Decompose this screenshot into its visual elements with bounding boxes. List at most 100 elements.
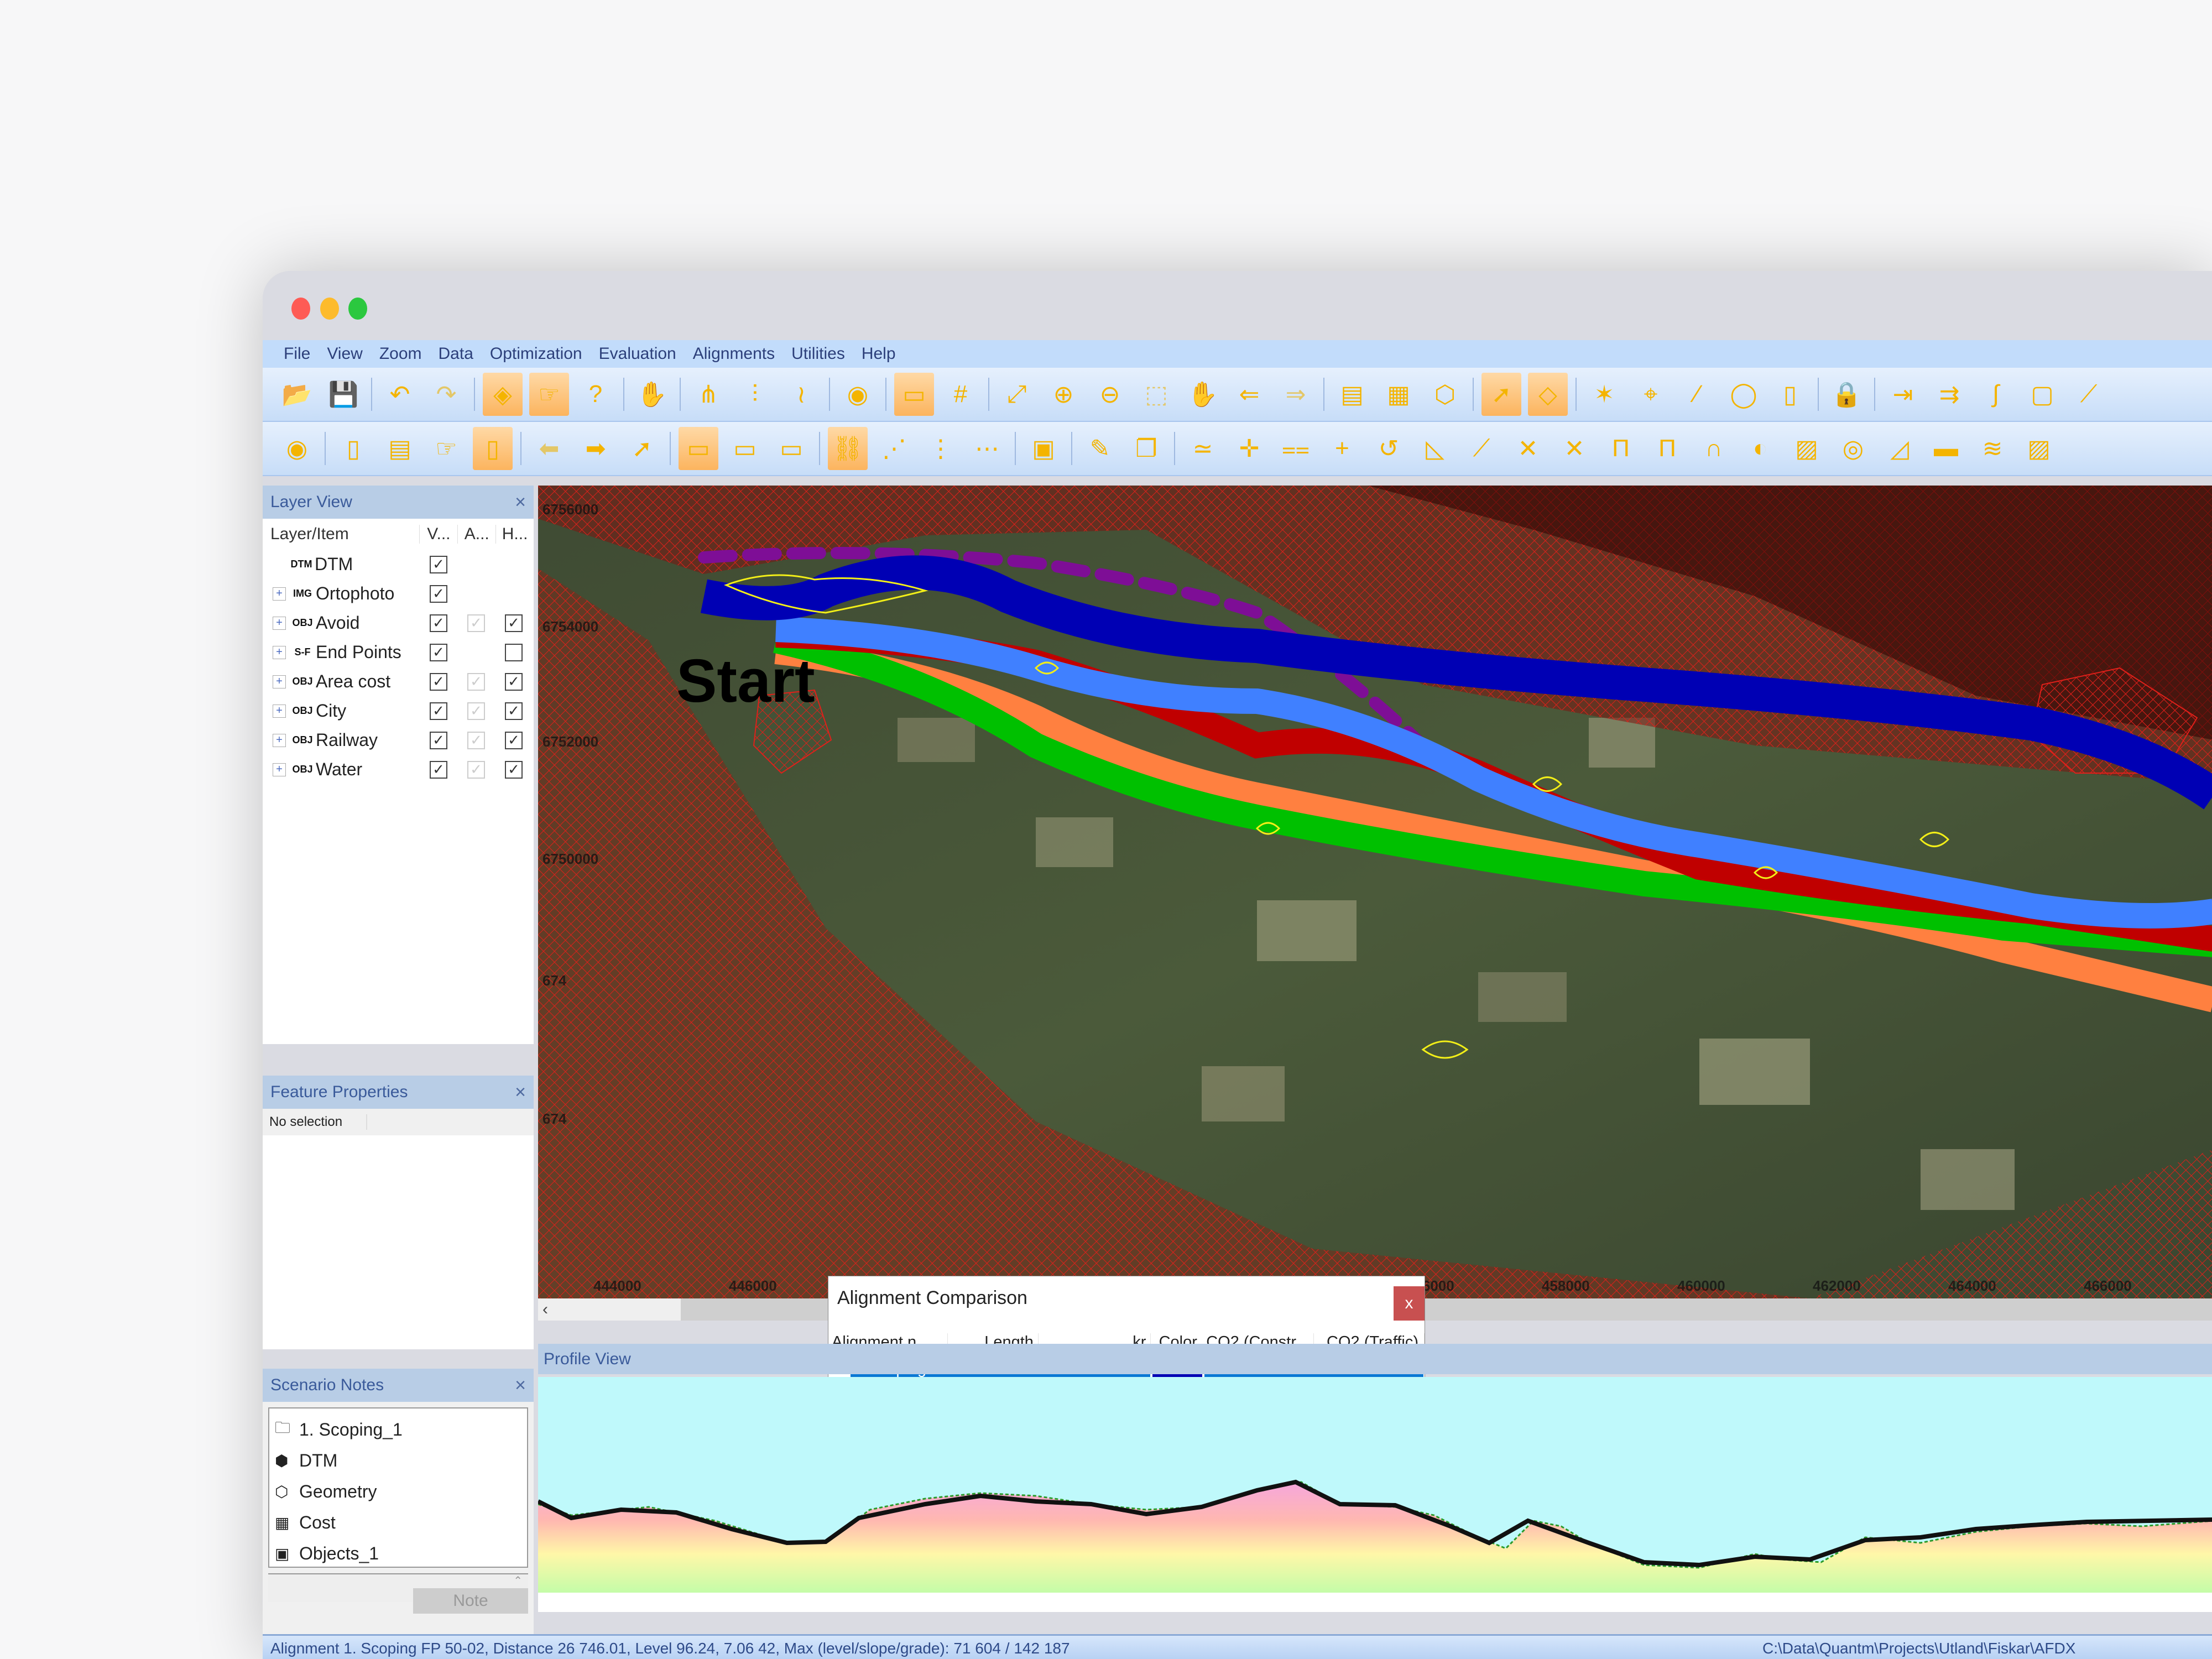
scroll-left-icon[interactable]: ‹	[538, 1298, 681, 1321]
menu-optimization[interactable]: Optimization	[490, 345, 582, 363]
select-layer-button[interactable]: ◇	[1528, 373, 1568, 416]
alignments-fan-button[interactable]: ⋔	[688, 373, 728, 416]
next-arrow-button[interactable]: ➡	[576, 427, 615, 470]
grid-button[interactable]: #	[941, 373, 980, 416]
save-button[interactable]: 💾	[324, 373, 363, 416]
map-view[interactable]: 6756000 6754000 6752000 6750000 674 674 …	[538, 486, 2212, 1298]
dialog-close-button[interactable]: x	[1394, 1286, 1425, 1321]
zoom-out-button[interactable]: ⊖	[1090, 373, 1130, 416]
menu-file[interactable]: File	[284, 345, 310, 363]
scenario-tree-item[interactable]: ⬡ Geometry	[275, 1476, 521, 1507]
scenario-tree-item[interactable]: 🗀 1. Scoping_1	[275, 1414, 521, 1445]
menu-data[interactable]: Data	[439, 345, 473, 363]
minimize-window-button[interactable]	[320, 298, 339, 320]
edit-alignment-button[interactable]: ✎	[1080, 427, 1120, 470]
previous-arrow-button[interactable]: ⬅	[529, 427, 569, 470]
terrain-box-button[interactable]: ▣	[1024, 427, 1063, 470]
zoom-extent-button[interactable]: ⤢	[997, 373, 1037, 416]
expand-icon[interactable]: +	[273, 616, 286, 630]
add-rectangle-button[interactable]: ▯	[1770, 373, 1810, 416]
zoom-in-button[interactable]: ⊕	[1044, 373, 1083, 416]
layer-row[interactable]: + OBJ Area cost ✓ ✓ ✓	[263, 667, 534, 696]
layer-row[interactable]: + OBJ City ✓ ✓ ✓	[263, 696, 534, 726]
close-icon[interactable]: ×	[515, 492, 526, 513]
column-layer-item[interactable]: Layer/Item	[263, 525, 419, 544]
zoom-previous-button[interactable]: ⇐	[1229, 373, 1269, 416]
compass-button[interactable]: ◎	[1833, 427, 1873, 470]
layer-row[interactable]: + OBJ Avoid ✓ ✓ ✓	[263, 608, 534, 638]
tunnel-button[interactable]: ∩	[1694, 427, 1734, 470]
view-run-button[interactable]: ◉	[838, 373, 878, 416]
copy-alignment-button[interactable]: ❐	[1126, 427, 1166, 470]
cross-section-button[interactable]: ▭	[725, 427, 765, 470]
add-target-button[interactable]: ⌖	[1631, 373, 1671, 416]
layer-row[interactable]: + OBJ Railway ✓ ✓ ✓	[263, 726, 534, 755]
cost-button[interactable]: ▦	[1379, 373, 1418, 416]
profile-compare-button[interactable]: ≋	[1973, 427, 2012, 470]
menu-zoom[interactable]: Zoom	[379, 345, 422, 363]
map-route-button[interactable]: ▨	[1787, 427, 1827, 470]
open-folder-button[interactable]: 📂	[277, 373, 317, 416]
object-button[interactable]: ⬡	[1425, 373, 1465, 416]
water-button[interactable]: ▬	[1926, 427, 1966, 470]
menu-alignments[interactable]: Alignments	[693, 345, 775, 363]
alignment-edit-button[interactable]: ▯	[473, 427, 513, 470]
slope-gray-button[interactable]: ◿	[1880, 427, 1919, 470]
hatch-checkbox[interactable]: ✓	[505, 731, 523, 749]
parallel-arrow-button[interactable]: ⩵	[1276, 427, 1316, 470]
visible-checkbox[interactable]: ✓	[430, 702, 447, 720]
alignment-pick-button[interactable]: ☞	[426, 427, 466, 470]
layer-row[interactable]: + OBJ Water ✓ ✓ ✓	[263, 755, 534, 784]
report-button[interactable]: ▤	[380, 427, 420, 470]
scenario-tree-item[interactable]: ▦ Cost	[275, 1507, 521, 1538]
visible-checkbox[interactable]: ✓	[430, 555, 447, 573]
vertices-button[interactable]: ⋰	[874, 427, 914, 470]
pan-hand-button[interactable]: ✋	[1183, 373, 1223, 416]
feature-properties-button[interactable]: ☞	[529, 373, 569, 416]
expand-icon[interactable]: +	[273, 675, 286, 688]
visible-checkbox[interactable]: ✓	[430, 731, 447, 749]
zoom-window-button[interactable]: ⬚	[1136, 373, 1176, 416]
hatch-checkbox[interactable]: ✓	[505, 672, 523, 691]
scenario-tree-item[interactable]: ⬢ DTM	[275, 1445, 521, 1476]
plus-arrow-button[interactable]: +	[1322, 427, 1362, 470]
note-button[interactable]: Note	[413, 1588, 528, 1614]
close-icon[interactable]: ×	[515, 1082, 526, 1103]
visible-checkbox[interactable]: ✓	[430, 585, 447, 603]
visible-checkbox[interactable]: ✓	[430, 760, 447, 779]
scenario-notes-button[interactable]: ▭	[894, 373, 934, 416]
blue-nodes-button[interactable]: ⋯	[967, 427, 1007, 470]
layer-row[interactable]: + S-F End Points ✓	[263, 638, 534, 667]
column-visible[interactable]: V...	[419, 525, 457, 544]
select-arrow-button[interactable]: ➚	[1481, 373, 1521, 416]
slope-up-button[interactable]: ◺	[1415, 427, 1455, 470]
menu-evaluation[interactable]: Evaluation	[599, 345, 676, 363]
frame-button[interactable]: ▢	[2022, 373, 2062, 416]
pick-button[interactable]: ✋	[632, 373, 672, 416]
expand-icon[interactable]: +	[273, 645, 286, 659]
alignment-doc-button[interactable]: ▯	[333, 427, 373, 470]
visible-checkbox[interactable]: ✓	[430, 643, 447, 661]
menu-help[interactable]: Help	[862, 345, 896, 363]
mass-haul-button[interactable]: ▭	[771, 427, 811, 470]
tunnel-rock-button[interactable]: ◐	[1740, 427, 1780, 470]
view-stop-button[interactable]: ◉	[277, 427, 317, 470]
scenario-tree-item[interactable]: ▣ Objects_1	[275, 1538, 521, 1569]
measure-button[interactable]: ⟋	[2069, 373, 2109, 416]
loop-arrow-button[interactable]: ↺	[1369, 427, 1408, 470]
menu-utilities[interactable]: Utilities	[791, 345, 845, 363]
close-icon[interactable]: ×	[515, 1375, 526, 1396]
expand-icon[interactable]: +	[273, 733, 286, 747]
visible-checkbox[interactable]: ✓	[430, 614, 447, 632]
add-line-button[interactable]: ∕	[1677, 373, 1717, 416]
profile-view[interactable]	[538, 1377, 2212, 1612]
import-button[interactable]: ⇥	[1883, 373, 1923, 416]
maximize-window-button[interactable]	[348, 298, 367, 320]
add-point-button[interactable]: ✶	[1584, 373, 1624, 416]
hatch-checkbox[interactable]	[505, 643, 523, 661]
add-circle-button[interactable]: ◯	[1724, 373, 1764, 416]
cross-x-up-button[interactable]: ✕	[1554, 427, 1594, 470]
layer-row[interactable]: DTM DTM ✓	[263, 550, 534, 579]
hatch-checkbox[interactable]: ✓	[505, 702, 523, 720]
expand-icon[interactable]: +	[273, 704, 286, 718]
